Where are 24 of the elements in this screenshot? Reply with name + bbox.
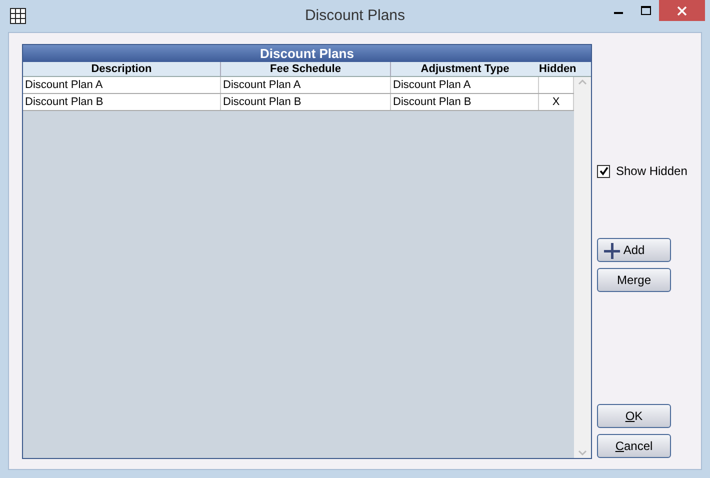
column-header[interactable]: Adjustment Type: [391, 62, 539, 76]
add-button[interactable]: Add: [597, 238, 671, 262]
grid-title: Discount Plans: [23, 45, 591, 62]
action-button[interactable]: Cancel: [597, 434, 671, 458]
table-cell: Discount Plan A: [221, 77, 391, 93]
close-button[interactable]: [659, 0, 705, 21]
checkbox-label: Show Hidden: [616, 163, 688, 180]
table-cell: Discount Plan B: [221, 94, 391, 110]
show-hidden-checkbox[interactable]: [597, 164, 610, 178]
table-cell: Discount Plan B: [23, 94, 221, 110]
table-cell: Discount Plan B: [391, 94, 539, 110]
table-cell: Discount Plan A: [391, 77, 539, 93]
column-header[interactable]: Fee Schedule: [221, 62, 391, 76]
grid-icon: [10, 8, 26, 24]
table-cell: Discount Plan A: [23, 77, 221, 93]
table-row[interactable]: Discount Plan A Discount Plan A Discount Plan A: [23, 77, 574, 94]
action-button[interactable]: OK: [597, 404, 671, 428]
action-button[interactable]: Merge: [597, 268, 671, 292]
column-header[interactable]: Description: [23, 62, 221, 76]
table-row[interactable]: Discount Plan B Discount Plan B Discount Plan B X: [23, 94, 574, 111]
window-title: Discount Plans: [304, 6, 406, 26]
close-icon: [677, 6, 687, 16]
column-header[interactable]: Hidden: [539, 62, 574, 76]
plus-icon: [604, 243, 620, 259]
